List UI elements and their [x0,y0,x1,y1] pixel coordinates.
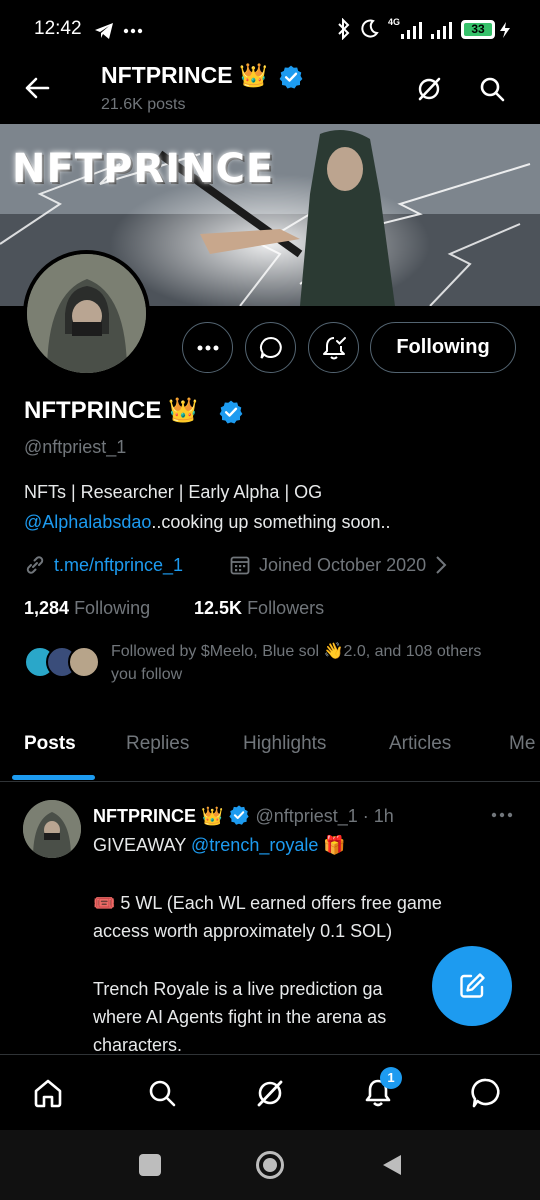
followers-label: Followers [247,598,325,618]
bell-check-icon [322,336,346,359]
post-count: 21.6K posts [101,96,186,113]
notifications-badge: 1 [380,1067,402,1089]
tab-highlights[interactable]: Highlights [243,733,326,755]
recents-button[interactable] [139,1154,161,1176]
joined-row: Joined October 2020 [229,554,448,576]
nav-messages[interactable] [466,1073,506,1113]
back-button-icon[interactable] [381,1153,403,1177]
profile-name: NFTPRINCE 👑 [24,397,198,424]
bottom-navigation: 1 [0,1054,540,1130]
profile-handle: @nftpriest_1 [24,437,127,457]
message-bubble-icon [259,336,282,359]
bluetooth-icon [338,18,350,40]
bio-line-1: NFTs | Researcher | Early Alpha | OG [24,482,323,502]
profile-link-row[interactable]: t.me/nftprince_1 [24,554,183,576]
more-notifications-icon [123,28,143,34]
link-icon [26,556,44,574]
post-line-1: GIVEAWAY @trench_royale 🎁 [93,832,346,858]
moon-icon [361,19,379,38]
search-icon[interactable] [478,75,506,103]
message-button[interactable] [245,322,296,373]
post-line-2: 🎟️ 5 WL (Each WL earned offers free game [93,893,442,913]
telegram-icon [95,23,113,39]
network-type: 4G [388,17,401,27]
battery-level: 33 [471,22,485,36]
post-header: NFTPRINCE 👑 @nftpriest_1 · 1h [93,804,394,827]
compose-post-button[interactable] [432,946,512,1026]
battery-indicator: 33 [461,20,495,39]
more-dots-icon [197,345,218,350]
followed-by-avatars[interactable] [24,646,100,680]
post-author-name[interactable]: NFTPRINCE 👑 [93,806,223,826]
post-mention-link[interactable]: @trench_royale [191,835,318,855]
calendar-icon [230,556,250,575]
following-button[interactable]: Following [370,322,516,373]
signal-icon-1 [401,22,422,39]
following-count-link[interactable]: 1,284 Following [24,598,150,619]
notifications-button[interactable] [308,322,359,373]
home-button-dot [263,1158,277,1172]
post-line-3: access worth approximately 0.1 SOL) [93,921,393,941]
post-more-icon[interactable] [491,812,513,818]
signal-icon-2 [431,22,452,39]
followed-by-text[interactable]: Followed by $Meelo, Blue sol 👋2.0, and 1… [111,640,501,686]
profile-avatar[interactable] [23,250,150,377]
nav-search[interactable] [142,1073,182,1113]
active-tab-indicator [12,775,95,780]
grok-nav-icon [257,1080,283,1107]
post-line-1-prefix: GIVEAWAY [93,835,192,855]
joined-date: Joined October 2020 [259,554,427,575]
tab-replies[interactable]: Replies [126,733,189,755]
home-button[interactable] [256,1151,284,1179]
search-nav-icon [149,1080,176,1107]
followers-count-link[interactable]: 12.5K Followers [194,598,324,619]
post-verified-badge-icon [229,805,250,825]
status-time: 12:42 [34,18,82,39]
home-icon [34,1079,62,1108]
tabs-divider [0,781,540,782]
chevron-right-icon[interactable] [434,555,448,575]
profile-website-link[interactable]: t.me/nftprince_1 [54,555,183,576]
status-bar: 12:42 4G 33 [0,0,540,60]
post-author-avatar[interactable] [23,800,81,858]
post-avatar-art [23,800,81,858]
grok-icon[interactable] [415,75,443,103]
followers-count: 12.5K [194,598,243,618]
system-navigation-bar [0,1130,540,1200]
avatar-art [27,254,146,373]
nav-grok[interactable] [250,1073,290,1113]
verified-badge-icon [279,65,303,89]
follower-avatar [68,646,100,678]
post-line-1-suffix: 🎁 [318,835,346,855]
banner-logo-text: NFTPRINCE [12,146,275,192]
profile-verified-badge-icon [219,400,243,424]
bio-line-2: @Alphalabsdao..cooking up something soon… [24,512,391,533]
following-count: 1,284 [24,598,70,618]
charging-icon [500,22,510,38]
tab-articles[interactable]: Articles [389,733,451,755]
back-arrow-icon[interactable] [24,76,50,100]
post-line-5: where AI Agents fight in the arena as [93,1007,387,1027]
tab-posts[interactable]: Posts [24,733,76,755]
bio-mention-link[interactable]: @Alphalabsdao [24,512,151,532]
messages-icon [471,1078,500,1108]
compose-icon [460,973,485,998]
nav-home[interactable] [28,1073,68,1113]
bio-line-2-text: ..cooking up something soon.. [151,512,391,532]
post-line-4: Trench Royale is a live prediction ga [93,979,383,999]
post-handle-time: @nftpriest_1 · 1h [255,806,394,826]
more-options-button[interactable] [182,322,233,373]
tab-media[interactable]: Me [509,733,535,755]
following-label: Following [74,598,151,618]
header-title: NFTPRINCE 👑 [101,62,268,88]
